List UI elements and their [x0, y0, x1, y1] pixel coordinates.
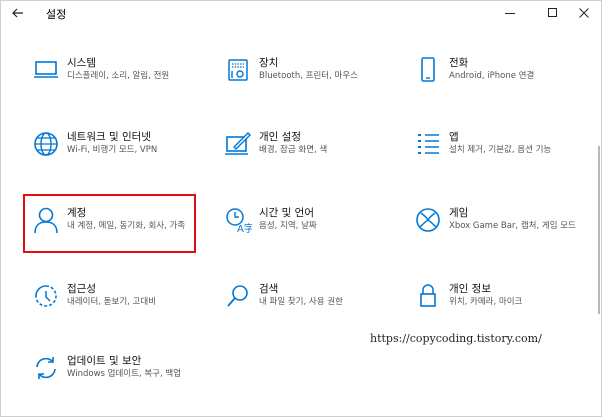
minimize-button[interactable] [493, 1, 527, 25]
title-bar: 설정 [1, 1, 601, 25]
settings-item-devices[interactable]: 장치 Bluetooth, 프린터, 마우스 [221, 53, 391, 99]
item-name: 게임 [449, 207, 469, 219]
settings-item-accessibility[interactable]: 접근성 내레이터, 돋보기, 고대비 [29, 279, 199, 325]
settings-item-search[interactable]: 검색 내 파일 찾기, 사용 권한 [221, 279, 391, 325]
item-name: 시간 및 언어 [259, 207, 314, 219]
item-name: 개인 정보 [449, 283, 491, 295]
xbox-icon [411, 203, 445, 237]
back-arrow-icon [12, 8, 23, 18]
item-name: 시스템 [67, 57, 96, 69]
monitor-icon [29, 53, 63, 87]
search-icon [221, 279, 255, 313]
item-desc: 배경, 잠금 화면, 색 [259, 145, 328, 155]
settings-item-time-language[interactable]: A字 시간 및 언어 음성, 지역, 날짜 [221, 203, 391, 249]
settings-item-gaming[interactable]: 게임 Xbox Game Bar, 캡처, 게임 모드 [411, 203, 581, 249]
phone-icon [411, 53, 445, 87]
scrollbar[interactable] [598, 146, 600, 314]
personalization-icon [221, 127, 255, 161]
settings-item-phone[interactable]: 전화 Android, iPhone 연결 [411, 53, 581, 99]
item-name: 개인 설정 [259, 131, 301, 143]
settings-item-apps[interactable]: 앱 설치 제거, 기본값, 옵션 기능 [411, 127, 581, 173]
item-name: 접근성 [67, 283, 96, 295]
item-desc: Windows 업데이트, 복구, 백업 [67, 369, 182, 379]
devices-icon [221, 53, 255, 87]
item-desc: Bluetooth, 프린터, 마우스 [259, 71, 358, 81]
item-desc: 내레이터, 돋보기, 고대비 [67, 297, 157, 307]
item-name: 검색 [259, 283, 279, 295]
maximize-icon [548, 8, 557, 17]
item-desc: Android, iPhone 연결 [449, 71, 535, 81]
back-button[interactable] [5, 1, 31, 25]
item-desc: 위치, 카메라, 마이크 [449, 297, 523, 307]
item-desc: 음성, 지역, 날짜 [259, 221, 317, 231]
item-name: 업데이트 및 보안 [67, 355, 142, 367]
svg-text:A字: A字 [237, 222, 252, 234]
item-name: 전화 [449, 57, 469, 69]
globe-icon [29, 127, 63, 161]
item-desc: 디스플레이, 소리, 알림, 전원 [67, 71, 170, 81]
settings-item-update-security[interactable]: 업데이트 및 보안 Windows 업데이트, 복구, 백업 [29, 351, 199, 397]
close-icon [579, 8, 589, 18]
maximize-button[interactable] [536, 1, 570, 25]
watermark-text: https://copycoding.tistory.com/ [370, 332, 542, 345]
settings-item-system[interactable]: 시스템 디스플레이, 소리, 알림, 전원 [29, 53, 199, 99]
sync-icon [29, 351, 63, 385]
selection-highlight [23, 194, 196, 253]
accessibility-icon [29, 279, 63, 313]
settings-window: 설정 시스템 디스플레이, 소리, 알림, 전원 장치 Bluetooth, 프… [0, 0, 602, 417]
item-desc: Xbox Game Bar, 캡처, 게임 모드 [449, 221, 576, 231]
settings-item-network[interactable]: 네트워크 및 인터넷 Wi-Fi, 비행기 모드, VPN [29, 127, 199, 173]
item-name: 장치 [259, 57, 279, 69]
item-desc: 내 파일 찾기, 사용 권한 [259, 297, 343, 307]
item-name: 네트워크 및 인터넷 [67, 131, 151, 143]
window-title: 설정 [46, 8, 67, 21]
settings-item-personalization[interactable]: 개인 설정 배경, 잠금 화면, 색 [221, 127, 391, 173]
time-language-icon: A字 [221, 203, 255, 237]
item-desc: Wi-Fi, 비행기 모드, VPN [67, 145, 158, 155]
item-desc: 설치 제거, 기본값, 옵션 기능 [449, 145, 552, 155]
item-name: 앱 [449, 131, 459, 143]
apps-icon [411, 127, 445, 161]
settings-item-privacy[interactable]: 개인 정보 위치, 카메라, 마이크 [411, 279, 581, 325]
minimize-icon [505, 13, 515, 14]
close-button[interactable] [567, 1, 601, 25]
lock-icon [411, 279, 445, 313]
